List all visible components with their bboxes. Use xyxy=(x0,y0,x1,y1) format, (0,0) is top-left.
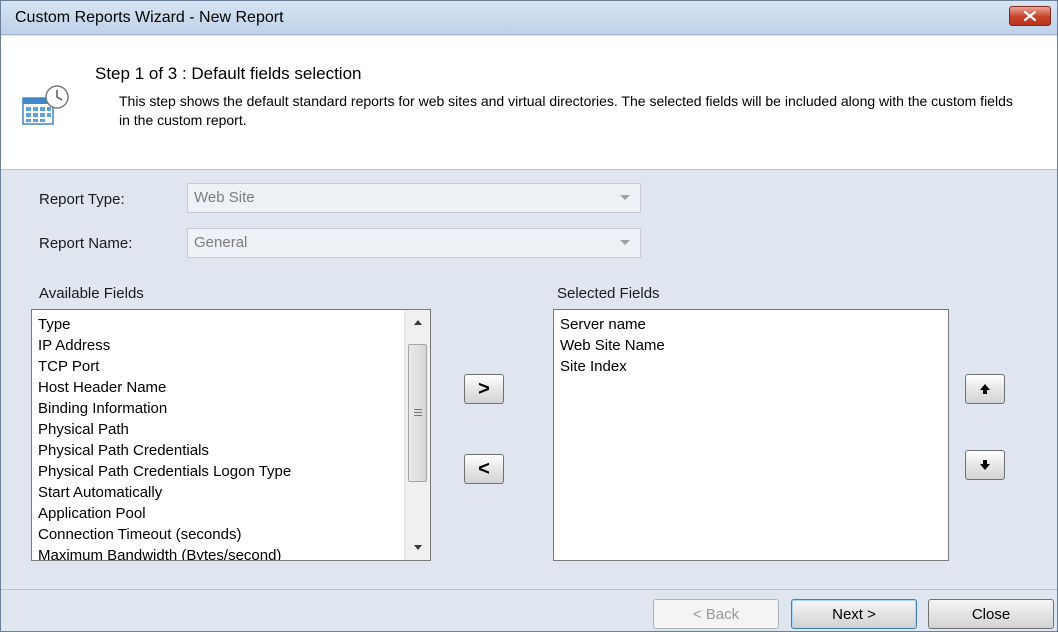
report-type-value: Web Site xyxy=(194,189,255,206)
list-item[interactable]: IP Address xyxy=(32,335,291,356)
chevron-down-icon xyxy=(620,240,630,245)
move-down-button[interactable] xyxy=(965,450,1005,480)
scroll-up-arrow-icon[interactable] xyxy=(414,320,422,325)
list-item[interactable]: Server name xyxy=(554,314,665,335)
report-type-label: Report Type: xyxy=(39,191,125,208)
close-button[interactable]: Close xyxy=(928,599,1054,629)
available-fields-label: Available Fields xyxy=(39,285,144,302)
list-item[interactable]: TCP Port xyxy=(32,356,291,377)
grip-icon xyxy=(414,409,422,416)
list-item[interactable]: Application Pool xyxy=(32,503,291,524)
title-bar: Custom Reports Wizard - New Report xyxy=(1,1,1057,35)
arrow-up-icon xyxy=(980,384,990,394)
back-button[interactable]: < Back xyxy=(653,599,779,629)
wizard-window: Custom Reports Wizard - New Report Step … xyxy=(0,0,1058,632)
list-item[interactable]: Site Index xyxy=(554,356,665,377)
report-name-value: General xyxy=(194,234,248,251)
step-description: This step shows the default standard rep… xyxy=(119,93,1013,128)
scroll-down-arrow-icon[interactable] xyxy=(414,545,422,550)
list-item[interactable]: Host Header Name xyxy=(32,377,291,398)
list-item[interactable]: Start Automatically xyxy=(32,482,291,503)
chevron-down-icon xyxy=(620,195,630,200)
report-name-select[interactable]: General xyxy=(187,228,641,258)
list-item[interactable]: Type xyxy=(32,314,291,335)
next-button[interactable]: Next > xyxy=(791,599,917,629)
wizard-header: Step 1 of 3 : Default fields selection T… xyxy=(1,36,1057,170)
remove-field-button[interactable]: < xyxy=(464,454,504,484)
close-icon xyxy=(1024,11,1036,21)
list-item[interactable]: Connection Timeout (seconds) xyxy=(32,524,291,545)
report-name-label: Report Name: xyxy=(39,235,133,252)
move-up-button[interactable] xyxy=(965,374,1005,404)
available-fields-scrollbar[interactable] xyxy=(404,310,430,560)
list-item[interactable]: Maximum Bandwidth (Bytes/second) xyxy=(32,545,291,560)
window-close-button[interactable] xyxy=(1009,6,1051,26)
selected-fields-list[interactable]: Server name Web Site Name Site Index xyxy=(553,309,949,561)
window-title: Custom Reports Wizard - New Report xyxy=(15,9,284,26)
calendar-clock-icon xyxy=(22,85,69,125)
report-type-select[interactable]: Web Site xyxy=(187,183,641,213)
wizard-footer: < Back Next > Close xyxy=(1,589,1057,631)
selected-fields-label: Selected Fields xyxy=(557,285,660,302)
available-fields-list[interactable]: Type IP Address TCP Port Host Header Nam… xyxy=(31,309,431,561)
wizard-content: Report Type: Web Site Report Name: Gener… xyxy=(1,171,1057,589)
selected-fields-items: Server name Web Site Name Site Index xyxy=(554,314,665,377)
scrollbar-thumb[interactable] xyxy=(408,344,427,482)
arrow-down-icon xyxy=(980,460,990,470)
list-item[interactable]: Physical Path xyxy=(32,419,291,440)
step-title: Step 1 of 3 : Default fields selection xyxy=(95,64,362,83)
list-item[interactable]: Web Site Name xyxy=(554,335,665,356)
list-item[interactable]: Physical Path Credentials xyxy=(32,440,291,461)
available-fields-items: Type IP Address TCP Port Host Header Nam… xyxy=(32,314,291,560)
list-item[interactable]: Binding Information xyxy=(32,398,291,419)
list-item[interactable]: Physical Path Credentials Logon Type xyxy=(32,461,291,482)
add-field-button[interactable]: > xyxy=(464,374,504,404)
